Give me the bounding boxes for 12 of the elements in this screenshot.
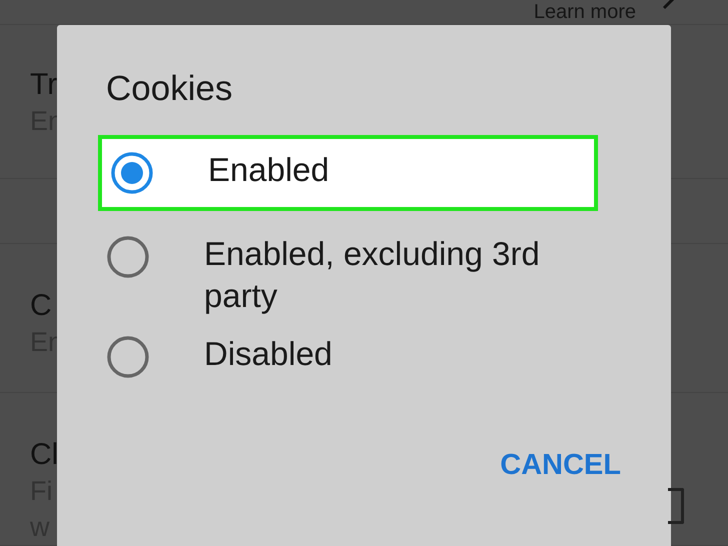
radio-button-icon — [110, 151, 154, 195]
radio-option[interactable]: Enabled, excluding 3rd party — [106, 221, 671, 321]
setting-title: Cl — [30, 437, 58, 473]
radio-button-icon — [106, 335, 150, 379]
setting-title: C — [30, 288, 52, 324]
setting-title: Tr — [30, 66, 58, 103]
radio-option[interactable]: Disabled — [106, 321, 671, 401]
chevron-icon — [662, 0, 676, 10]
checkbox[interactable] — [668, 488, 684, 524]
radio-button-icon — [106, 235, 150, 279]
dialog-title: Cookies — [106, 69, 232, 109]
radio-option[interactable]: Enabled — [98, 135, 598, 211]
